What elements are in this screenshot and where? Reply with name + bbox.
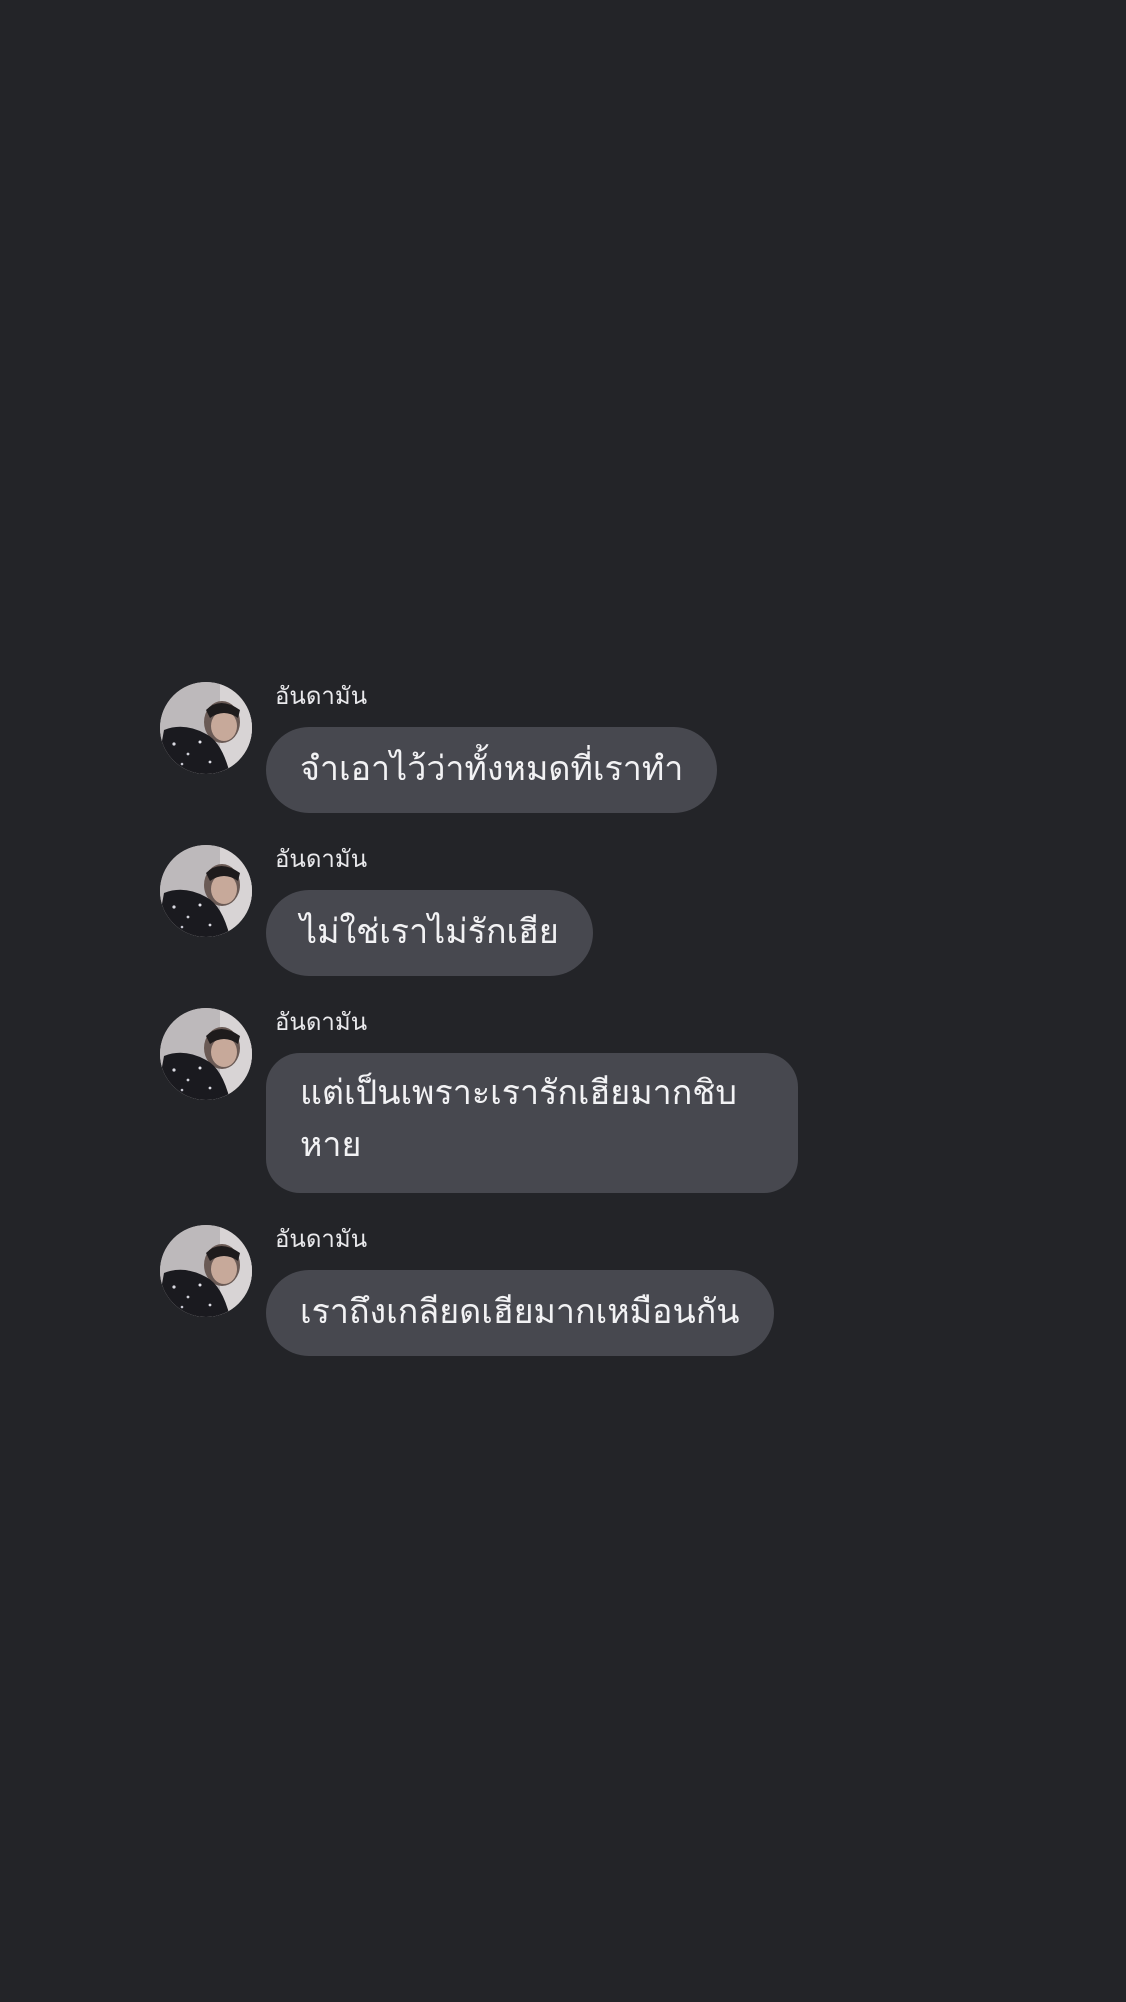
sender-name: อันดามัน — [275, 682, 368, 710]
sender-name: อันดามัน — [275, 845, 368, 873]
sender-name: อันดามัน — [275, 1008, 368, 1036]
message-bubble[interactable]: จำเอาไว้ว่าทั้งหมดที่เราทำ — [266, 727, 718, 813]
message-bubble[interactable]: แต่เป็นเพราะเรารักเฮียมากชิบหาย — [266, 1053, 798, 1193]
user-avatar-icon — [160, 682, 252, 774]
user-avatar-icon — [160, 1008, 252, 1100]
avatar[interactable] — [160, 1008, 252, 1100]
avatar[interactable] — [160, 1225, 252, 1317]
message-bubble[interactable]: เราถึงเกลียดเฮียมากเหมือนกัน — [266, 1270, 774, 1356]
avatar[interactable] — [160, 845, 252, 937]
sender-name: อันดามัน — [275, 1225, 368, 1253]
user-avatar-icon — [160, 845, 252, 937]
chat-thread[interactable]: อันดามัน จำเอาไว้ว่าทั้งหมดที่เราทำ อันด… — [0, 0, 1126, 2002]
avatar[interactable] — [160, 682, 252, 774]
user-avatar-icon — [160, 1225, 252, 1317]
message-bubble[interactable]: ไม่ใช่เราไม่รักเฮีย — [266, 890, 593, 976]
